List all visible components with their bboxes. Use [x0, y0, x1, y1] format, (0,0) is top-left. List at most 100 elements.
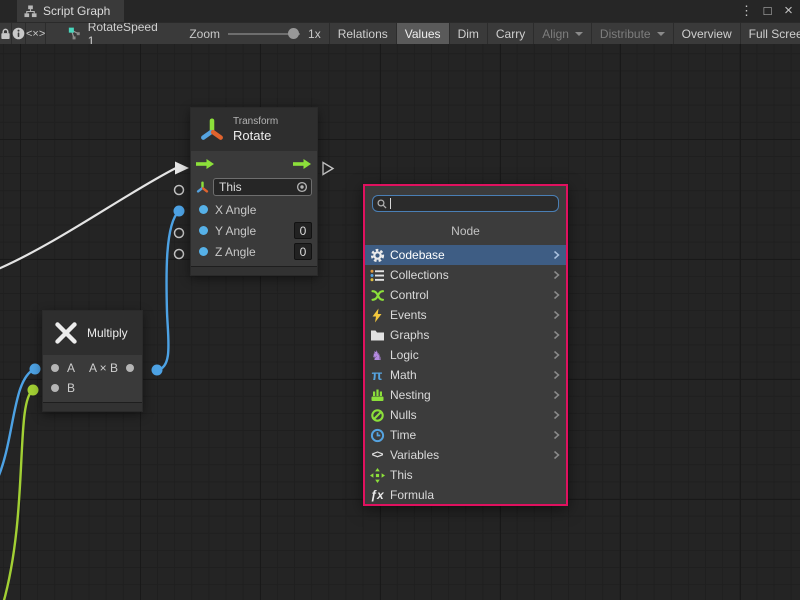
- port-row-y-angle: Y Angle 0: [191, 220, 317, 241]
- close-icon[interactable]: ×: [780, 0, 797, 22]
- unity-script-graph-window: Script Graph ⋮ □ × <×>: [0, 0, 800, 600]
- full-screen-button[interactable]: Full Screen: [741, 23, 800, 44]
- flow-wire[interactable]: [0, 168, 176, 270]
- wire-end-dot[interactable]: [174, 206, 185, 217]
- wire-end-dot[interactable]: [152, 365, 163, 376]
- multiply-node[interactable]: Multiply A A × B B: [42, 310, 143, 412]
- distribute-button[interactable]: Distribute: [592, 23, 674, 44]
- finder-item-nulls[interactable]: Nulls: [365, 405, 566, 425]
- finder-item-label: Formula: [390, 488, 561, 502]
- finder-item-math[interactable]: π Math: [365, 365, 566, 385]
- code-view-button[interactable]: <×>: [26, 23, 46, 44]
- chevron-right-icon: [552, 368, 561, 382]
- chevron-right-icon: [552, 248, 561, 262]
- search-input[interactable]: [390, 197, 554, 210]
- button-label: Values: [405, 27, 441, 41]
- button-label: Align: [542, 27, 569, 41]
- button-label: Carry: [496, 27, 525, 41]
- value-wire-into-b[interactable]: [3, 390, 33, 600]
- finder-item-formula[interactable]: ƒx Formula: [365, 485, 566, 505]
- object-picker-icon[interactable]: [296, 181, 308, 193]
- finder-item-label: This: [390, 468, 561, 482]
- finder-item-events[interactable]: Events: [365, 305, 566, 325]
- transform-icon: [199, 117, 225, 143]
- unconnected-flow-port[interactable]: [323, 163, 333, 175]
- carry-button[interactable]: Carry: [488, 23, 534, 44]
- gear-icon: [369, 248, 385, 263]
- window-controls: ⋮ □ ×: [738, 0, 797, 22]
- zoom-label: Zoom: [189, 27, 220, 41]
- zoom-slider-handle[interactable]: [288, 28, 299, 39]
- z-angle-value-field[interactable]: 0: [294, 243, 312, 260]
- maximize-icon[interactable]: □: [759, 0, 776, 22]
- flow-output-arrow-icon[interactable]: [293, 158, 312, 170]
- value-port-icon[interactable]: [199, 226, 208, 235]
- text-caret: [390, 198, 391, 209]
- chevron-right-icon: [552, 288, 561, 302]
- window-menu-icon[interactable]: ⋮: [738, 0, 755, 22]
- zoom-slider[interactable]: [228, 23, 300, 45]
- finder-item-codebase[interactable]: Codebase: [365, 245, 566, 265]
- finder-item-time[interactable]: Time: [365, 425, 566, 445]
- value-port-icon[interactable]: [51, 364, 59, 372]
- flow-wire-arrowhead: [175, 162, 189, 175]
- finder-item-label: Time: [390, 428, 547, 442]
- flow-input-arrow-icon[interactable]: [196, 158, 215, 170]
- breadcrumb[interactable]: RotateSpeed 1: [58, 23, 169, 44]
- transform-rotate-node[interactable]: Transform Rotate This: [190, 107, 318, 276]
- pi-icon: π: [369, 368, 385, 383]
- value-port-icon[interactable]: [199, 205, 208, 214]
- tab-script-graph[interactable]: Script Graph: [17, 0, 124, 22]
- chevron-right-icon: [552, 308, 561, 322]
- node-header: Multiply: [43, 311, 142, 355]
- port-label: Y Angle: [215, 224, 287, 238]
- y-angle-value-field[interactable]: 0: [294, 222, 312, 239]
- button-label: Full Screen: [749, 27, 800, 41]
- node-header: Transform Rotate: [191, 108, 317, 151]
- graph-hierarchy-icon: [24, 5, 37, 18]
- dim-button[interactable]: Dim: [450, 23, 488, 44]
- finder-item-control[interactable]: Control: [365, 285, 566, 305]
- finder-item-collections[interactable]: Collections: [365, 265, 566, 285]
- branch-icon: [369, 288, 385, 303]
- unconnected-port[interactable]: [175, 250, 184, 259]
- finder-item-this[interactable]: This: [365, 465, 566, 485]
- target-port-row: This: [191, 176, 317, 199]
- finder-item-variables[interactable]: <> Variables: [365, 445, 566, 465]
- target-object-field[interactable]: This: [213, 178, 312, 196]
- value-port-icon[interactable]: [51, 384, 59, 392]
- unconnected-port[interactable]: [175, 186, 184, 195]
- fx-icon: ƒx: [369, 488, 385, 503]
- align-button[interactable]: Align: [534, 23, 592, 44]
- clock-icon: [369, 428, 385, 443]
- zoom-level: 1x: [308, 27, 321, 41]
- finder-item-label: Nulls: [390, 408, 547, 422]
- zoom-control: Zoom 1x: [181, 23, 328, 44]
- graph-canvas[interactable]: Transform Rotate This: [0, 44, 800, 600]
- button-label: Dim: [458, 27, 479, 41]
- chevron-right-icon: [552, 408, 561, 422]
- values-button[interactable]: Values: [397, 23, 450, 44]
- value-port-icon[interactable]: [199, 247, 208, 256]
- finder-item-logic[interactable]: ♞ Logic: [365, 345, 566, 365]
- relations-button[interactable]: Relations: [329, 23, 397, 44]
- fuzzy-finder-menu: Node Codebase: [363, 184, 568, 506]
- unconnected-port[interactable]: [175, 229, 184, 238]
- finder-item-label: Codebase: [390, 248, 547, 262]
- value-port-icon[interactable]: [126, 364, 134, 372]
- overview-button[interactable]: Overview: [674, 23, 741, 44]
- search-icon: [377, 199, 387, 209]
- dropdown-arrow-icon: [575, 32, 583, 36]
- wire-end-dot[interactable]: [30, 364, 41, 375]
- wire-end-dot[interactable]: [28, 385, 39, 396]
- finder-item-graphs[interactable]: Graphs: [365, 325, 566, 345]
- finder-item-label: Variables: [390, 448, 547, 462]
- button-label: Relations: [338, 27, 388, 41]
- finder-item-nesting[interactable]: Nesting: [365, 385, 566, 405]
- info-button[interactable]: [12, 23, 26, 44]
- lightning-icon: [369, 308, 385, 323]
- search-field[interactable]: [372, 195, 559, 212]
- finder-item-label: Control: [390, 288, 547, 302]
- node-footer: [191, 266, 317, 275]
- lock-button[interactable]: [0, 23, 12, 44]
